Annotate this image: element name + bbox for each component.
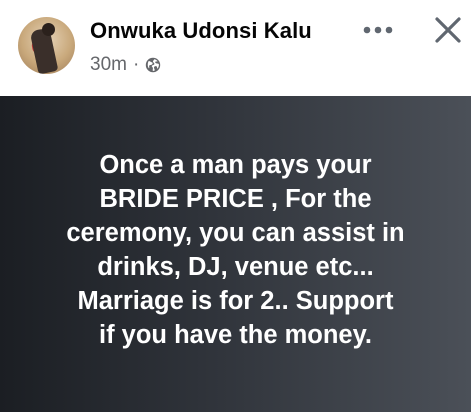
avatar-head	[42, 23, 55, 36]
post-header: Onwuka Udonsi Kalu 30m ·	[0, 0, 471, 96]
globe-icon[interactable]	[145, 57, 161, 73]
more-options-icon[interactable]	[358, 18, 398, 42]
post-content: Once a man pays your BRIDE PRICE , For t…	[0, 96, 471, 412]
post-timestamp[interactable]: 30m	[90, 54, 127, 76]
post-card: Onwuka Udonsi Kalu 30m · Once a man pays…	[0, 0, 471, 412]
close-icon[interactable]	[432, 14, 464, 46]
meta-separator: ·	[132, 54, 140, 75]
avatar[interactable]	[18, 17, 75, 74]
post-text: Once a man pays your BRIDE PRICE , For t…	[66, 151, 405, 349]
author-name[interactable]: Onwuka Udonsi Kalu	[90, 18, 312, 44]
post-meta: 30m ·	[90, 54, 161, 76]
